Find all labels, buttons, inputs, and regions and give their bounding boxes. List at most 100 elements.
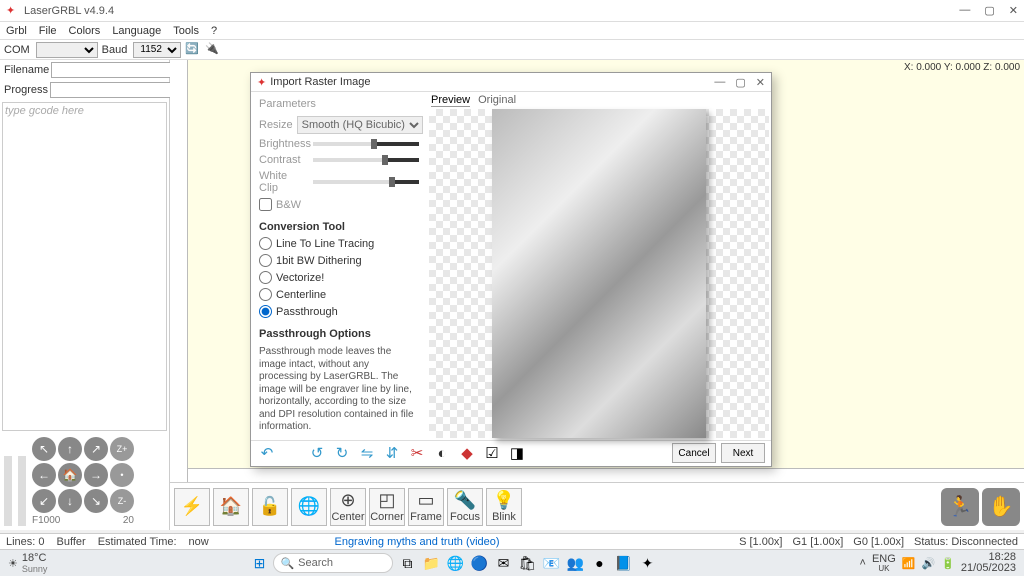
mail-icon[interactable]: ✉ — [493, 553, 513, 573]
autocrop-icon[interactable]: ☑ — [482, 443, 502, 463]
opt-centerline[interactable]: Centerline — [259, 288, 419, 301]
run-button[interactable]: 🏃 — [941, 488, 979, 526]
menu-tools[interactable]: Tools — [173, 25, 199, 37]
invert-icon[interactable]: ◐ — [432, 443, 452, 463]
dialog-maximize[interactable]: ▢ — [735, 76, 745, 89]
focus-button[interactable]: 🔦Focus — [447, 488, 483, 526]
opt-dithering[interactable]: 1bit BW Dithering — [259, 254, 419, 267]
rotate-right-icon[interactable]: ↻ — [332, 443, 352, 463]
tab-original[interactable]: Original — [478, 94, 516, 107]
menu-colors[interactable]: Colors — [69, 25, 101, 37]
whiteclip-slider[interactable] — [313, 180, 419, 184]
menu-language[interactable]: Language — [112, 25, 161, 37]
volume-icon[interactable]: 🔊 — [922, 557, 936, 570]
cancel-button[interactable]: Cancel — [672, 443, 716, 463]
menu-help[interactable]: ? — [211, 25, 217, 37]
ruler-horizontal — [188, 468, 1024, 482]
jog-z-down[interactable]: Z- — [110, 489, 134, 513]
jog-sw[interactable]: ↙ — [32, 489, 56, 513]
jog-z-up[interactable]: Z+ — [110, 437, 134, 461]
brightness-slider[interactable] — [313, 142, 419, 146]
opt-linetoline[interactable]: Line To Line Tracing — [259, 237, 419, 250]
word-icon[interactable]: 📘 — [613, 553, 633, 573]
minimize-button[interactable]: — — [959, 4, 970, 17]
frame-button[interactable]: ▭Frame — [408, 488, 444, 526]
jog-z-ctr[interactable]: • — [110, 463, 134, 487]
wifi-icon[interactable]: 📶 — [902, 557, 916, 570]
corner-button[interactable]: ◰Corner — [369, 488, 405, 526]
close-button[interactable]: ✕ — [1009, 4, 1018, 17]
speed-slider[interactable] — [18, 456, 26, 526]
dialog-close[interactable]: ✕ — [756, 76, 765, 89]
contrast-slider[interactable] — [313, 158, 419, 162]
dialog-toolbar: ↶ ↺ ↻ ⇋ ⇵ ✂ ◐ ◆ ☑ ◨ Cancel Next — [251, 440, 771, 466]
jog-nw[interactable]: ↖ — [32, 437, 56, 461]
temperature: 18°C — [22, 552, 48, 564]
weather-widget[interactable]: ☀ 18°C Sunny — [8, 552, 47, 574]
explorer-icon[interactable]: 📁 — [421, 553, 441, 573]
jog-n[interactable]: ↑ — [58, 437, 82, 461]
task-view-icon[interactable]: ⧉ — [397, 553, 417, 573]
center-button[interactable]: ⊕Center — [330, 488, 366, 526]
image-preview — [429, 109, 769, 438]
fill-icon[interactable]: ◆ — [457, 443, 477, 463]
lasergrbl-task-icon[interactable]: ✦ — [637, 553, 657, 573]
import-raster-dialog: ✦ Import Raster Image — ▢ ✕ Parameters R… — [250, 72, 772, 467]
taskbar-search[interactable]: 🔍 Search — [273, 553, 393, 573]
maximize-button[interactable]: ▢ — [984, 4, 994, 17]
step-label: 20 — [123, 515, 134, 526]
connect-icon[interactable]: 🔌 — [205, 42, 221, 58]
edge-icon[interactable]: 🌐 — [445, 553, 465, 573]
flip-v-icon[interactable]: ⇵ — [382, 443, 402, 463]
menu-grbl[interactable]: Grbl — [6, 25, 27, 37]
next-button[interactable]: Next — [721, 443, 765, 463]
power-slider[interactable] — [4, 456, 12, 526]
flip-h-icon[interactable]: ⇋ — [357, 443, 377, 463]
resize-select[interactable]: Smooth (HQ Bicubic) — [297, 116, 423, 134]
chrome-icon[interactable]: 🔵 — [469, 553, 489, 573]
stop-button[interactable]: ✋ — [982, 488, 1020, 526]
contrast-label: Contrast — [259, 154, 309, 166]
store-icon[interactable]: 🛍 — [517, 553, 537, 573]
start-button[interactable]: ⊞ — [249, 553, 269, 573]
menu-file[interactable]: File — [39, 25, 57, 37]
left-panel: Filename 📂 Progress ▶ type gcode here ↖ … — [0, 60, 170, 530]
globe-button[interactable]: 🌐 — [291, 488, 327, 526]
blink-button[interactable]: 💡Blink — [486, 488, 522, 526]
baud-label: Baud — [102, 44, 128, 56]
window-title: LaserGRBL v4.9.4 — [24, 5, 959, 17]
params-heading: Parameters — [259, 98, 419, 110]
jog-e[interactable]: → — [84, 463, 108, 487]
home-button[interactable]: 🏠 — [213, 488, 249, 526]
com-select[interactable] — [36, 42, 98, 58]
crop-icon[interactable]: ✂ — [407, 443, 427, 463]
rotate-left-icon[interactable]: ↺ — [307, 443, 327, 463]
opt-vectorize[interactable]: Vectorize! — [259, 271, 419, 284]
jog-pad: ↖ ↑ ↗ Z+ ← 🏠 → • ↙ ↓ ↘ Z- — [32, 437, 134, 513]
teams-icon[interactable]: 👥 — [565, 553, 585, 573]
baud-select[interactable]: 115200 — [133, 42, 181, 58]
outlook-icon[interactable]: 📧 — [541, 553, 561, 573]
system-tray[interactable]: ˄ ENG UK 📶 🔊 🔋 18:28 21/05/2023 — [860, 552, 1016, 574]
revert-icon[interactable]: ↶ — [257, 443, 277, 463]
trim-icon[interactable]: ◨ — [507, 443, 527, 463]
battery-icon[interactable]: 🔋 — [941, 557, 955, 570]
dialog-minimize[interactable]: — — [714, 76, 725, 89]
jog-home[interactable]: 🏠 — [58, 463, 82, 487]
help-link[interactable]: Engraving myths and truth (video) — [334, 536, 499, 548]
gcode-input[interactable]: type gcode here — [2, 102, 167, 431]
unlock-button[interactable]: 🔓 — [252, 488, 288, 526]
tab-preview[interactable]: Preview — [431, 94, 470, 107]
weather-icon: ☀ — [8, 557, 18, 570]
more-icon[interactable]: ● — [589, 553, 609, 573]
opt-passthrough[interactable]: Passthrough — [259, 305, 419, 318]
weather-cond: Sunny — [22, 564, 48, 574]
refresh-icon[interactable]: 🔄 — [185, 42, 201, 58]
jog-se[interactable]: ↘ — [84, 489, 108, 513]
tray-chevron-icon[interactable]: ˄ — [860, 557, 866, 569]
jog-s[interactable]: ↓ — [58, 489, 82, 513]
reset-button[interactable]: ⚡ — [174, 488, 210, 526]
bw-checkbox[interactable] — [259, 198, 272, 211]
jog-ne[interactable]: ↗ — [84, 437, 108, 461]
jog-w[interactable]: ← — [32, 463, 56, 487]
